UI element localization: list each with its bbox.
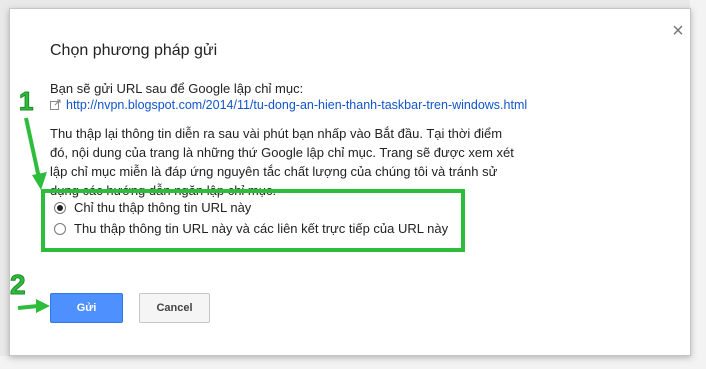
- option-crawl-url-and-links[interactable]: Thu thập thông tin URL này và các liên k…: [54, 221, 448, 236]
- step-2-number: 2: [10, 269, 26, 300]
- send-button[interactable]: Gửi: [50, 293, 123, 323]
- submit-method-dialog: × Chọn phương pháp gửi Bạn sẽ gửi URL sa…: [9, 8, 691, 356]
- option-label: Chỉ thu thập thông tin URL này: [74, 200, 252, 215]
- option-crawl-url-only[interactable]: Chỉ thu thập thông tin URL này: [54, 200, 251, 215]
- intro-text: Bạn sẽ gửi URL sau để Google lập chỉ mục…: [50, 81, 304, 96]
- background-bottom: [0, 356, 706, 369]
- submitted-url-link[interactable]: http://nvpn.blogspot.com/2014/11/tu-dong…: [66, 98, 527, 112]
- close-icon[interactable]: ×: [669, 21, 687, 41]
- step-2-annotation: 2: [10, 269, 50, 313]
- option-label: Thu thập thông tin URL này và các liên k…: [74, 221, 449, 236]
- crawl-options-group: Chỉ thu thập thông tin URL này Thu thập …: [41, 189, 465, 252]
- cancel-button[interactable]: Cancel: [139, 293, 210, 323]
- step-1-annotation: 1: [19, 86, 47, 190]
- radio-crawl-url-and-links[interactable]: [54, 222, 66, 235]
- radio-crawl-url-only[interactable]: [54, 201, 66, 214]
- step-1-number: 1: [19, 86, 33, 116]
- background-panel: [690, 0, 706, 369]
- url-row: http://nvpn.blogspot.com/2014/11/tu-dong…: [50, 98, 527, 112]
- dialog-title: Chọn phương pháp gửi: [50, 42, 218, 59]
